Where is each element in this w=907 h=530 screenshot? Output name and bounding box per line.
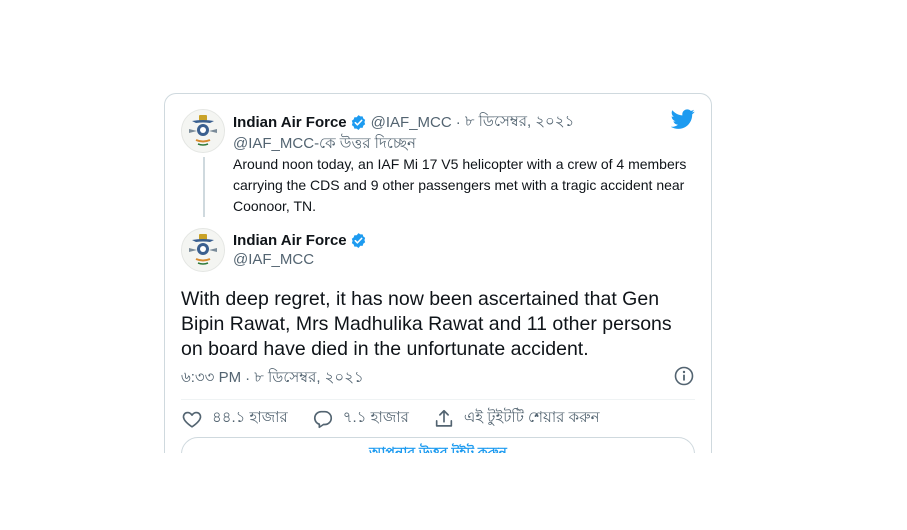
info-icon[interactable] bbox=[674, 366, 694, 386]
like-count: ৪৪.১ হাজার bbox=[212, 409, 288, 426]
tweet-time[interactable]: ৬:৩৩ PM bbox=[181, 366, 241, 391]
separator-dot: · bbox=[245, 370, 251, 387]
avatar[interactable] bbox=[181, 109, 225, 153]
author-name[interactable]: Indian Air Force bbox=[233, 232, 347, 249]
speech-bubble-icon bbox=[312, 408, 334, 430]
tweet-date[interactable]: ৮ ডিসেম্বর, ২০২১ bbox=[465, 110, 575, 135]
share-upload-icon bbox=[433, 408, 455, 430]
main-tweet-header: Indian Air Force bbox=[233, 232, 367, 249]
main-tweet-text: With deep regret, it has now been ascert… bbox=[181, 288, 672, 360]
tweet-actions: ৪৪.১ হাজার ৭.১ হাজার এই টুইটটি শেয়ার কর… bbox=[181, 406, 624, 431]
verified-badge-icon bbox=[350, 232, 367, 249]
share-label: এই টুইটটি শেয়ার করুন bbox=[463, 409, 600, 426]
embedded-tweet-card: Indian Air Force @IAF_MCC · ৮ ডিসেম্বর, … bbox=[164, 93, 712, 453]
thread-connector-line bbox=[203, 157, 205, 217]
verified-badge-icon bbox=[350, 114, 367, 131]
share-button[interactable]: এই টুইটটি শেয়ার করুন bbox=[433, 406, 600, 431]
reply-button[interactable]: ৭.১ হাজার bbox=[312, 406, 409, 431]
tweet-timestamp[interactable]: ৬:৩৩ PM · ৮ ডিসেম্বর, ২০২১ bbox=[181, 366, 364, 391]
avatar[interactable] bbox=[181, 228, 225, 272]
quoted-tweet-text: Around noon today, an IAF Mi 17 V5 helic… bbox=[233, 156, 687, 214]
divider bbox=[181, 399, 695, 400]
twitter-bird-icon[interactable] bbox=[671, 107, 695, 131]
like-button[interactable]: ৪৪.১ হাজার bbox=[181, 406, 288, 431]
tweet-your-reply-button[interactable]: আপনার উত্তর টুইট করুন bbox=[181, 437, 695, 453]
reply-count: ৭.১ হাজার bbox=[342, 409, 409, 426]
author-name[interactable]: Indian Air Force bbox=[233, 114, 347, 131]
author-handle[interactable]: @IAF_MCC bbox=[371, 114, 452, 131]
author-handle[interactable]: @IAF_MCC bbox=[233, 251, 314, 268]
separator-dot: · bbox=[455, 114, 461, 131]
heart-icon bbox=[181, 408, 203, 430]
tweet-date[interactable]: ৮ ডিসেম্বর, ২০২১ bbox=[254, 366, 364, 391]
